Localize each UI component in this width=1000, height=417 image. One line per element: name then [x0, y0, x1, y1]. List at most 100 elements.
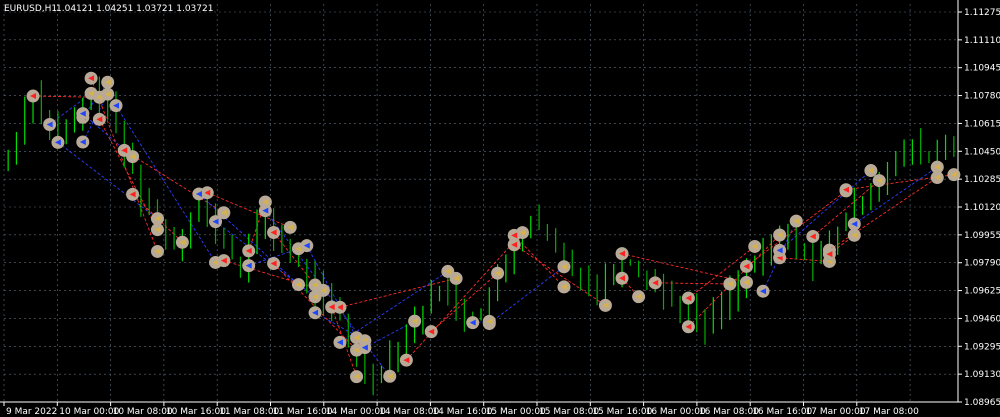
open-trade-marker[interactable]	[773, 243, 787, 257]
time-tick-label: 15 Mar 00:00	[486, 407, 546, 417]
close-trade-marker[interactable]	[283, 220, 297, 234]
open-trade-marker[interactable]	[325, 300, 339, 314]
trade-lines	[33, 78, 954, 377]
open-trade-marker[interactable]	[615, 247, 629, 261]
time-tick-label: 17 Mar 08:00	[859, 407, 919, 417]
sell-trade-line	[655, 282, 730, 285]
time-tick-label: 15 Mar 08:00	[539, 407, 599, 417]
close-trade-marker[interactable]	[350, 370, 364, 384]
open-trade-marker[interactable]	[648, 276, 662, 290]
open-trade-marker[interactable]	[43, 117, 57, 131]
time-tick-label: 10 Mar 16:00	[166, 407, 226, 417]
open-trade-marker[interactable]	[242, 259, 256, 273]
open-trade-marker[interactable]	[109, 99, 123, 113]
time-tick-label: 11 Mar 16:00	[273, 407, 333, 417]
close-trade-marker[interactable]	[101, 75, 115, 89]
close-trade-marker[interactable]	[557, 260, 571, 274]
close-trade-marker[interactable]	[482, 314, 496, 328]
close-trade-marker[interactable]	[350, 331, 364, 345]
open-trade-marker[interactable]	[300, 239, 314, 253]
open-trade-marker[interactable]	[308, 306, 322, 320]
open-trade-marker[interactable]	[242, 244, 256, 258]
close-trade-marker[interactable]	[789, 214, 803, 228]
open-trade-marker[interactable]	[358, 341, 372, 355]
time-tick-label: 15 Mar 16:00	[592, 407, 652, 417]
close-trade-marker[interactable]	[408, 314, 422, 328]
close-trade-marker[interactable]	[598, 298, 612, 312]
open-trade-marker[interactable]	[399, 353, 413, 367]
time-tick-label: 17 Mar 00:00	[806, 407, 866, 417]
open-trade-marker[interactable]	[267, 226, 281, 240]
sell-trade-line	[513, 235, 565, 288]
open-trade-marker[interactable]	[76, 107, 90, 121]
open-trade-marker[interactable]	[806, 229, 820, 243]
ohlc-values-label: 1.04121 1.04251 1.03721 1.03721	[56, 4, 213, 14]
price-tick-label: 1.09460	[964, 314, 1000, 324]
close-trade-marker[interactable]	[101, 87, 115, 101]
price-tick-label: 1.11275	[964, 8, 1000, 18]
time-tick-label: 16 Mar 00:00	[646, 407, 706, 417]
time-tick-label: 16 Mar 08:00	[699, 407, 759, 417]
close-trade-marker[interactable]	[383, 369, 397, 383]
price-tick-label: 1.10285	[964, 175, 1000, 185]
close-trade-marker[interactable]	[723, 277, 737, 291]
open-trade-marker[interactable]	[92, 112, 106, 126]
open-trade-marker[interactable]	[26, 89, 40, 103]
sell-trade-line	[339, 277, 457, 308]
close-trade-marker[interactable]	[739, 275, 753, 289]
price-tick-label: 1.09130	[964, 370, 1000, 380]
close-trade-marker[interactable]	[258, 195, 272, 209]
chart-canvas[interactable]: 1.11275 1.11110 1.10945 1.10780 1.10615 1.104…	[0, 0, 1000, 417]
close-trade-marker[interactable]	[126, 150, 140, 164]
open-trade-marker[interactable]	[84, 71, 98, 85]
close-trade-marker[interactable]	[291, 278, 305, 292]
close-trade-marker[interactable]	[773, 228, 787, 242]
close-trade-marker[interactable]	[872, 174, 886, 188]
open-trade-marker[interactable]	[209, 215, 223, 229]
price-tick-label: 1.10945	[964, 64, 1000, 74]
time-tick-label: 10 Mar 08:00	[113, 407, 173, 417]
open-trade-marker[interactable]	[126, 187, 140, 201]
time-tick-label: 14 Mar 08:00	[379, 407, 439, 417]
open-trade-marker[interactable]	[739, 259, 753, 273]
close-trade-marker[interactable]	[150, 244, 164, 258]
price-chart[interactable]: 1.11275 1.11110 1.10945 1.10780 1.10615 1.104…	[0, 0, 1000, 417]
open-trade-marker[interactable]	[507, 228, 521, 242]
open-trade-marker[interactable]	[466, 316, 480, 330]
open-trade-marker[interactable]	[615, 271, 629, 285]
open-trade-marker[interactable]	[51, 135, 65, 149]
close-trade-marker[interactable]	[748, 239, 762, 253]
close-trade-marker[interactable]	[632, 290, 646, 304]
open-trade-marker[interactable]	[681, 320, 695, 334]
price-tick-label: 1.10615	[964, 119, 1000, 129]
close-trade-marker[interactable]	[175, 235, 189, 249]
close-trade-marker[interactable]	[847, 228, 861, 242]
close-trade-marker[interactable]	[491, 266, 505, 280]
sell-trade-line	[513, 244, 606, 306]
open-trade-marker[interactable]	[681, 291, 695, 305]
open-trade-marker[interactable]	[76, 135, 90, 149]
close-trade-marker[interactable]	[930, 160, 944, 174]
open-trade-marker[interactable]	[267, 257, 281, 271]
open-trade-marker[interactable]	[192, 187, 206, 201]
open-trade-marker[interactable]	[424, 325, 438, 339]
time-tick-label: 16 Mar 16:00	[752, 407, 812, 417]
open-trade-marker[interactable]	[839, 183, 853, 197]
price-tick-label: 1.10120	[964, 203, 1000, 213]
sell-trade-line	[406, 232, 523, 361]
close-trade-marker[interactable]	[150, 223, 164, 237]
time-tick-label: 14 Mar 16:00	[432, 407, 492, 417]
open-trade-marker[interactable]	[822, 247, 836, 261]
close-trade-marker[interactable]	[441, 264, 455, 278]
time-tick-label: 11 Mar 08:00	[219, 407, 279, 417]
open-trade-marker[interactable]	[847, 217, 861, 231]
price-tick-label: 1.08965	[964, 398, 1000, 408]
close-trade-marker[interactable]	[557, 280, 571, 294]
time-tick-label: 14 Mar 00:00	[326, 407, 386, 417]
close-trade-marker[interactable]	[864, 164, 878, 178]
symbol-timeframe-label: EURUSD,H1	[4, 4, 57, 14]
open-trade-marker[interactable]	[217, 254, 231, 268]
close-trade-marker[interactable]	[308, 290, 322, 304]
open-trade-marker[interactable]	[756, 284, 770, 298]
open-trade-marker[interactable]	[333, 335, 347, 349]
